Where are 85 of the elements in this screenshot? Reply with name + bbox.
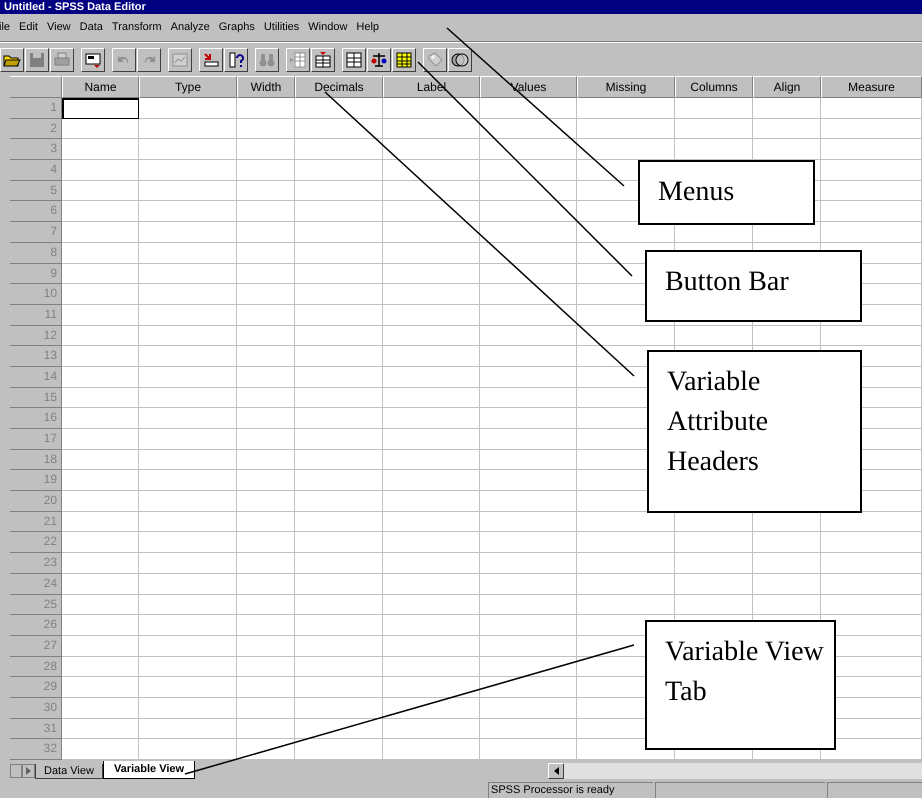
select-cases-icon [394,50,414,70]
row-number[interactable]: 30 [10,698,62,719]
row-number[interactable]: 13 [10,346,62,367]
toolbar-button[interactable] [255,48,279,72]
toolbar-button[interactable] [25,48,49,72]
menu-item[interactable]: Utilities [264,19,300,36]
toolbar-button[interactable] [137,48,161,72]
row-number[interactable]: 26 [10,615,62,636]
row-number[interactable]: 27 [10,636,62,657]
sheet-tab[interactable]: Variable View [102,761,196,779]
row-number[interactable]: 10 [10,284,62,305]
toolbar-button[interactable] [112,48,136,72]
row-number[interactable]: 28 [10,656,62,678]
toolbar-button[interactable] [224,48,248,72]
row-number[interactable]: 29 [10,677,62,698]
toolbar-button[interactable] [199,48,223,72]
column-header[interactable]: Decimals [295,76,383,98]
row-number[interactable]: 22 [10,532,62,554]
toolbar-button[interactable] [168,48,192,72]
toolbar-button[interactable] [448,48,472,72]
row-number[interactable]: 17 [10,429,62,450]
row-number[interactable]: 2 [10,118,62,140]
row-number[interactable]: 21 [10,512,62,532]
toolbar-button[interactable] [392,48,416,72]
status-message: SPSS Processor is ready [488,782,653,798]
column-header[interactable]: Type [139,76,237,98]
callout-tooltip: Variable View Tab [645,620,836,750]
column-header[interactable]: Align [753,76,821,98]
sheet-tab[interactable]: Data View [35,764,103,778]
toolbar-button[interactable] [286,48,310,72]
row-number[interactable]: 16 [10,408,62,429]
menu-item[interactable]: Edit [19,19,38,36]
row-number[interactable]: 4 [10,160,62,181]
row-number[interactable]: 11 [10,304,62,326]
row-number[interactable]: 3 [10,139,62,160]
callout-tooltip: Menus [638,160,815,225]
row-number[interactable]: 1 [10,98,62,119]
row-number[interactable]: 8 [10,242,62,264]
row-number[interactable]: 20 [10,491,62,512]
row-number[interactable]: 5 [10,180,62,202]
scroll-left-button[interactable] [548,763,564,779]
toolbar-button[interactable] [81,48,105,72]
row-number[interactable]: 14 [10,366,62,388]
split-file-icon [344,50,364,70]
insert-variable-icon [313,50,333,70]
callout-tooltip: Variable Attribute Headers [647,350,862,513]
row-number[interactable]: 12 [10,326,62,346]
menu-item[interactable]: Window [308,19,348,36]
menu-item[interactable]: Graphs [218,19,255,36]
menu-item[interactable]: Help [356,19,380,36]
toolbar-button[interactable] [342,48,366,72]
row-number[interactable]: 25 [10,594,62,616]
right-arrow-icon [26,767,31,775]
tab-scroll-button[interactable] [10,764,22,778]
toolbar-button[interactable] [367,48,391,72]
left-arrow-icon [554,767,558,775]
row-number[interactable]: 9 [10,264,62,284]
toolbar-button[interactable] [0,48,24,72]
column-header[interactable]: Width [237,76,295,98]
menu-item[interactable]: Analyze [170,19,210,36]
menu-item[interactable]: Transform [112,19,162,36]
row-number[interactable]: 32 [10,739,62,760]
row-number[interactable]: 18 [10,450,62,470]
row-number[interactable]: 19 [10,470,62,492]
row-number[interactable]: 6 [10,201,62,222]
menu-item[interactable]: View [46,19,71,36]
insert-case-icon [288,50,308,70]
column-header[interactable]: Columns [675,76,753,98]
toolbar-button[interactable] [50,48,74,72]
menu-item[interactable]: ile [0,19,10,36]
row-number[interactable]: 31 [10,718,62,740]
row-number[interactable]: 23 [10,553,62,574]
toolbar-button[interactable] [311,48,335,72]
callout-tooltip: Button Bar [645,250,862,322]
table-cell[interactable] [62,98,139,119]
row-number[interactable]: 15 [10,388,62,408]
tab-scroll-button[interactable] [22,764,35,778]
column-header[interactable]: Measure [821,76,922,98]
column-header[interactable]: Name [62,76,139,98]
row-number[interactable]: 7 [10,222,62,243]
row-number[interactable]: 24 [10,574,62,594]
toolbar-button[interactable] [423,48,447,72]
menu-item[interactable]: Data [80,19,103,36]
column-header[interactable]: Missing [577,76,675,98]
window-title: Untitled - SPSS Data Editor [4,0,146,14]
